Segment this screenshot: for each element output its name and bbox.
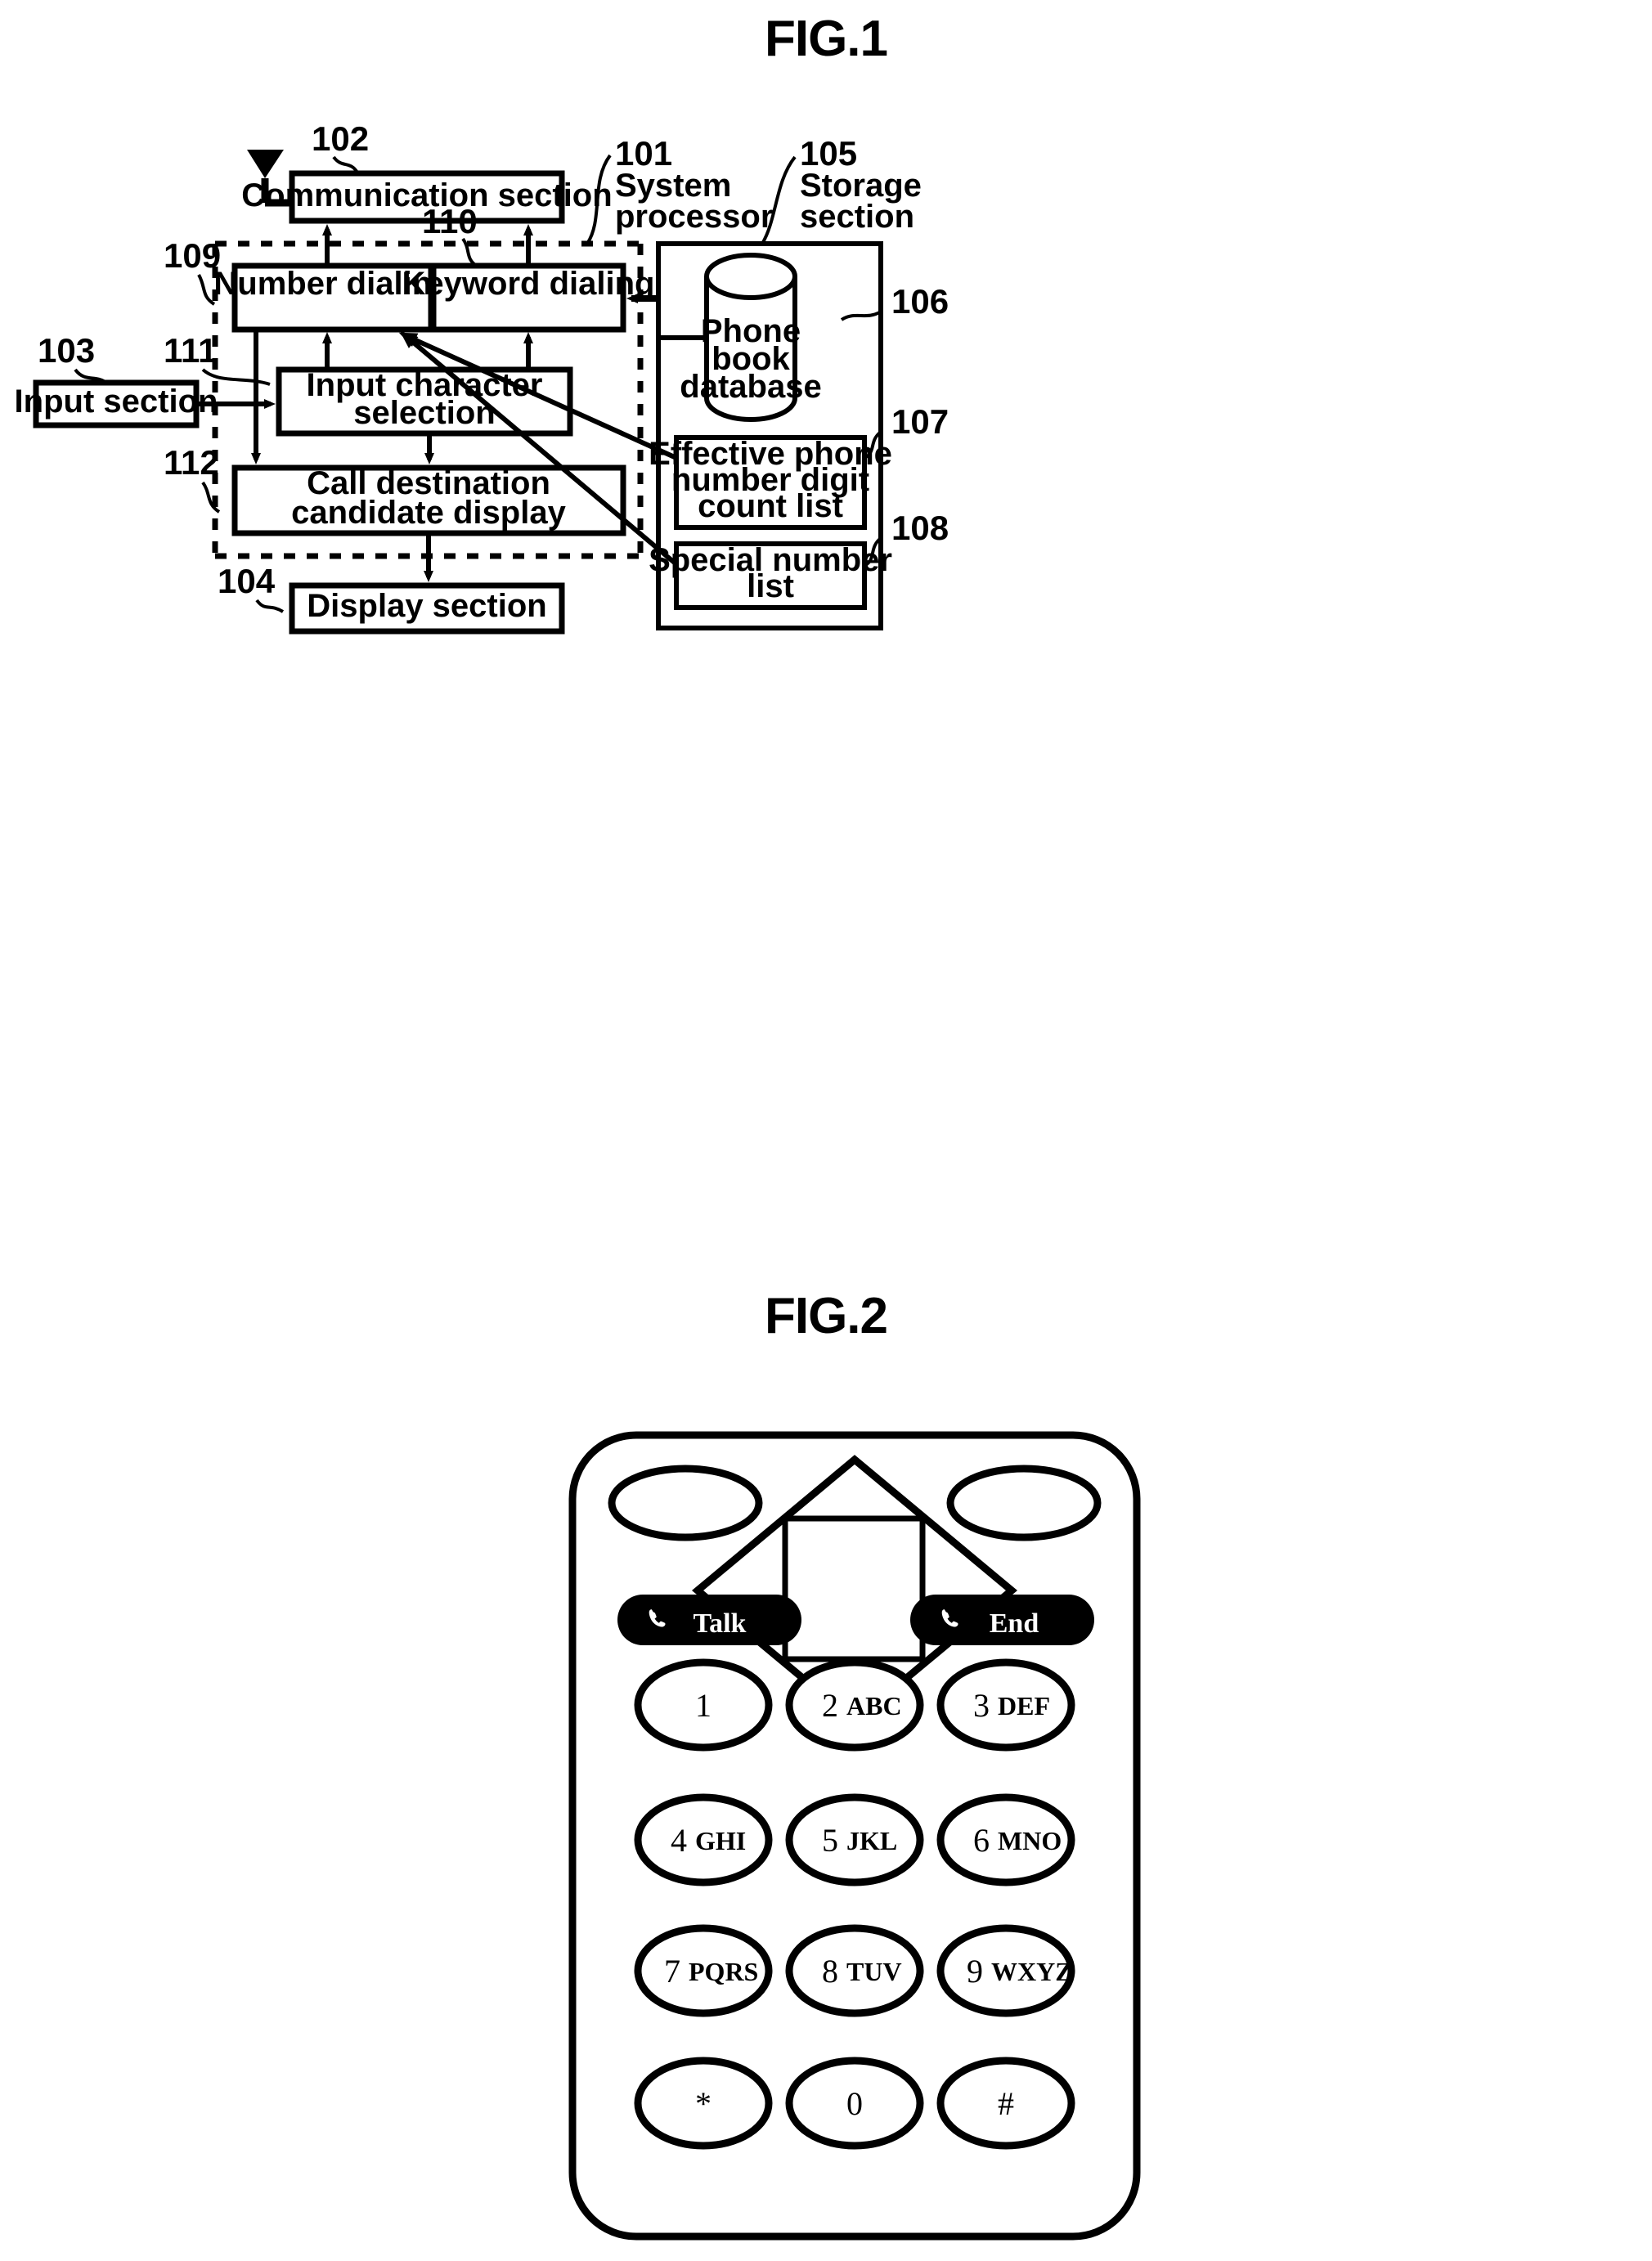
keypad-key-6[interactable]: 6 MNO xyxy=(936,1793,1075,1886)
ref-106: 106 xyxy=(891,282,949,321)
keypad-key-digit: 0 xyxy=(846,2085,863,2122)
keypad-key-letters: PQRS xyxy=(689,1957,758,1986)
keypad-key-letters: GHI xyxy=(695,1826,746,1855)
patent-drawing-sheet: FIG.1 Communication section 102 101 Syst… xyxy=(0,0,1652,2261)
keypad-key-4[interactable]: 4 GHI xyxy=(634,1793,773,1886)
talk-key[interactable]: Talk xyxy=(617,1595,801,1645)
display-section-label: Display section xyxy=(307,588,546,624)
keypad-key-8[interactable]: 8 TUV xyxy=(785,1924,924,2017)
keypad-key-letters: TUV xyxy=(846,1957,902,1986)
leader-109 xyxy=(197,274,216,306)
keypad-key-digit: 2 xyxy=(822,1687,838,1724)
keypad-key-9[interactable]: 9 WXYZ xyxy=(936,1924,1075,2017)
ref-101: 101 xyxy=(615,134,672,173)
keypad-key-digit: 8 xyxy=(822,1953,838,1990)
special-number-list-label-line2: list xyxy=(747,568,794,604)
input-character-selection-label-line2: selection xyxy=(353,395,495,431)
ref-103: 103 xyxy=(38,331,95,370)
navigation-center-select-key[interactable] xyxy=(782,1515,926,1662)
keypad-key-letters: MNO xyxy=(998,1826,1062,1855)
keypad-key-letters: JKL xyxy=(846,1826,897,1855)
phone-book-database-label-line3: database xyxy=(680,369,821,405)
ref-111: 111 xyxy=(164,331,217,370)
ref-105: 105 xyxy=(800,134,857,173)
keypad-key-letters: ABC xyxy=(846,1691,902,1720)
keypad-key-5[interactable]: 5 JKL xyxy=(785,1793,924,1886)
keypad-key-0[interactable]: 0 xyxy=(785,2057,924,2150)
keyword-dialing-label: Keyword dialing xyxy=(402,266,655,302)
right-soft-key-top[interactable] xyxy=(946,1465,1102,1541)
keypad-key-2[interactable]: 2 ABC xyxy=(785,1658,924,1752)
left-soft-key-top[interactable] xyxy=(608,1465,763,1541)
ref-112: 112 xyxy=(164,443,219,482)
keypad-key-digit: 5 xyxy=(822,1822,838,1859)
keypad-key-digit: 7 xyxy=(664,1953,680,1990)
storage-section-label-line2: section xyxy=(800,199,914,235)
end-key-label: End xyxy=(990,1608,1039,1639)
end-key[interactable]: End xyxy=(910,1595,1094,1645)
ref-102: 102 xyxy=(312,119,369,158)
keypad-key-digit: 6 xyxy=(973,1822,990,1859)
ref-109: 109 xyxy=(164,236,221,275)
fig1-title: FIG.1 xyxy=(765,11,887,67)
keypad-key-digit: # xyxy=(998,2085,1014,2122)
keypad-key-1[interactable]: 1 xyxy=(634,1658,773,1752)
keypad-key-3[interactable]: 3 DEF xyxy=(936,1658,1075,1752)
figure-canvas: FIG.1 Communication section 102 101 Syst… xyxy=(15,11,1141,2241)
keypad-key-digit: 3 xyxy=(973,1687,990,1724)
call-destination-label-line2: candidate display xyxy=(291,495,566,531)
system-processor-label-line2: processor xyxy=(615,199,773,235)
keypad-key-hash[interactable]: # xyxy=(936,2057,1075,2150)
keypad-key-digit: 9 xyxy=(967,1953,983,1990)
ref-110: 110 xyxy=(422,202,478,240)
talk-key-label: Talk xyxy=(694,1608,747,1639)
keypad-key-star[interactable]: * xyxy=(634,2057,773,2150)
ref-104: 104 xyxy=(218,562,276,600)
keypad-key-digit: 4 xyxy=(671,1822,687,1859)
input-section-label: Input section xyxy=(15,384,218,419)
keypad-key-digit: 1 xyxy=(695,1687,712,1724)
keypad-key-7[interactable]: 7 PQRS xyxy=(634,1924,773,2017)
leader-102 xyxy=(332,155,359,174)
keypad-key-letters: DEF xyxy=(998,1691,1050,1720)
ref-108: 108 xyxy=(891,509,949,547)
keypad-key-letters: WXYZ xyxy=(991,1957,1073,1986)
ref-107: 107 xyxy=(891,402,949,441)
fig2-title: FIG.2 xyxy=(765,1288,887,1344)
keypad-key-digit: * xyxy=(695,2085,712,2122)
effective-list-label-line3: count list xyxy=(698,488,843,524)
leader-104 xyxy=(255,599,285,613)
